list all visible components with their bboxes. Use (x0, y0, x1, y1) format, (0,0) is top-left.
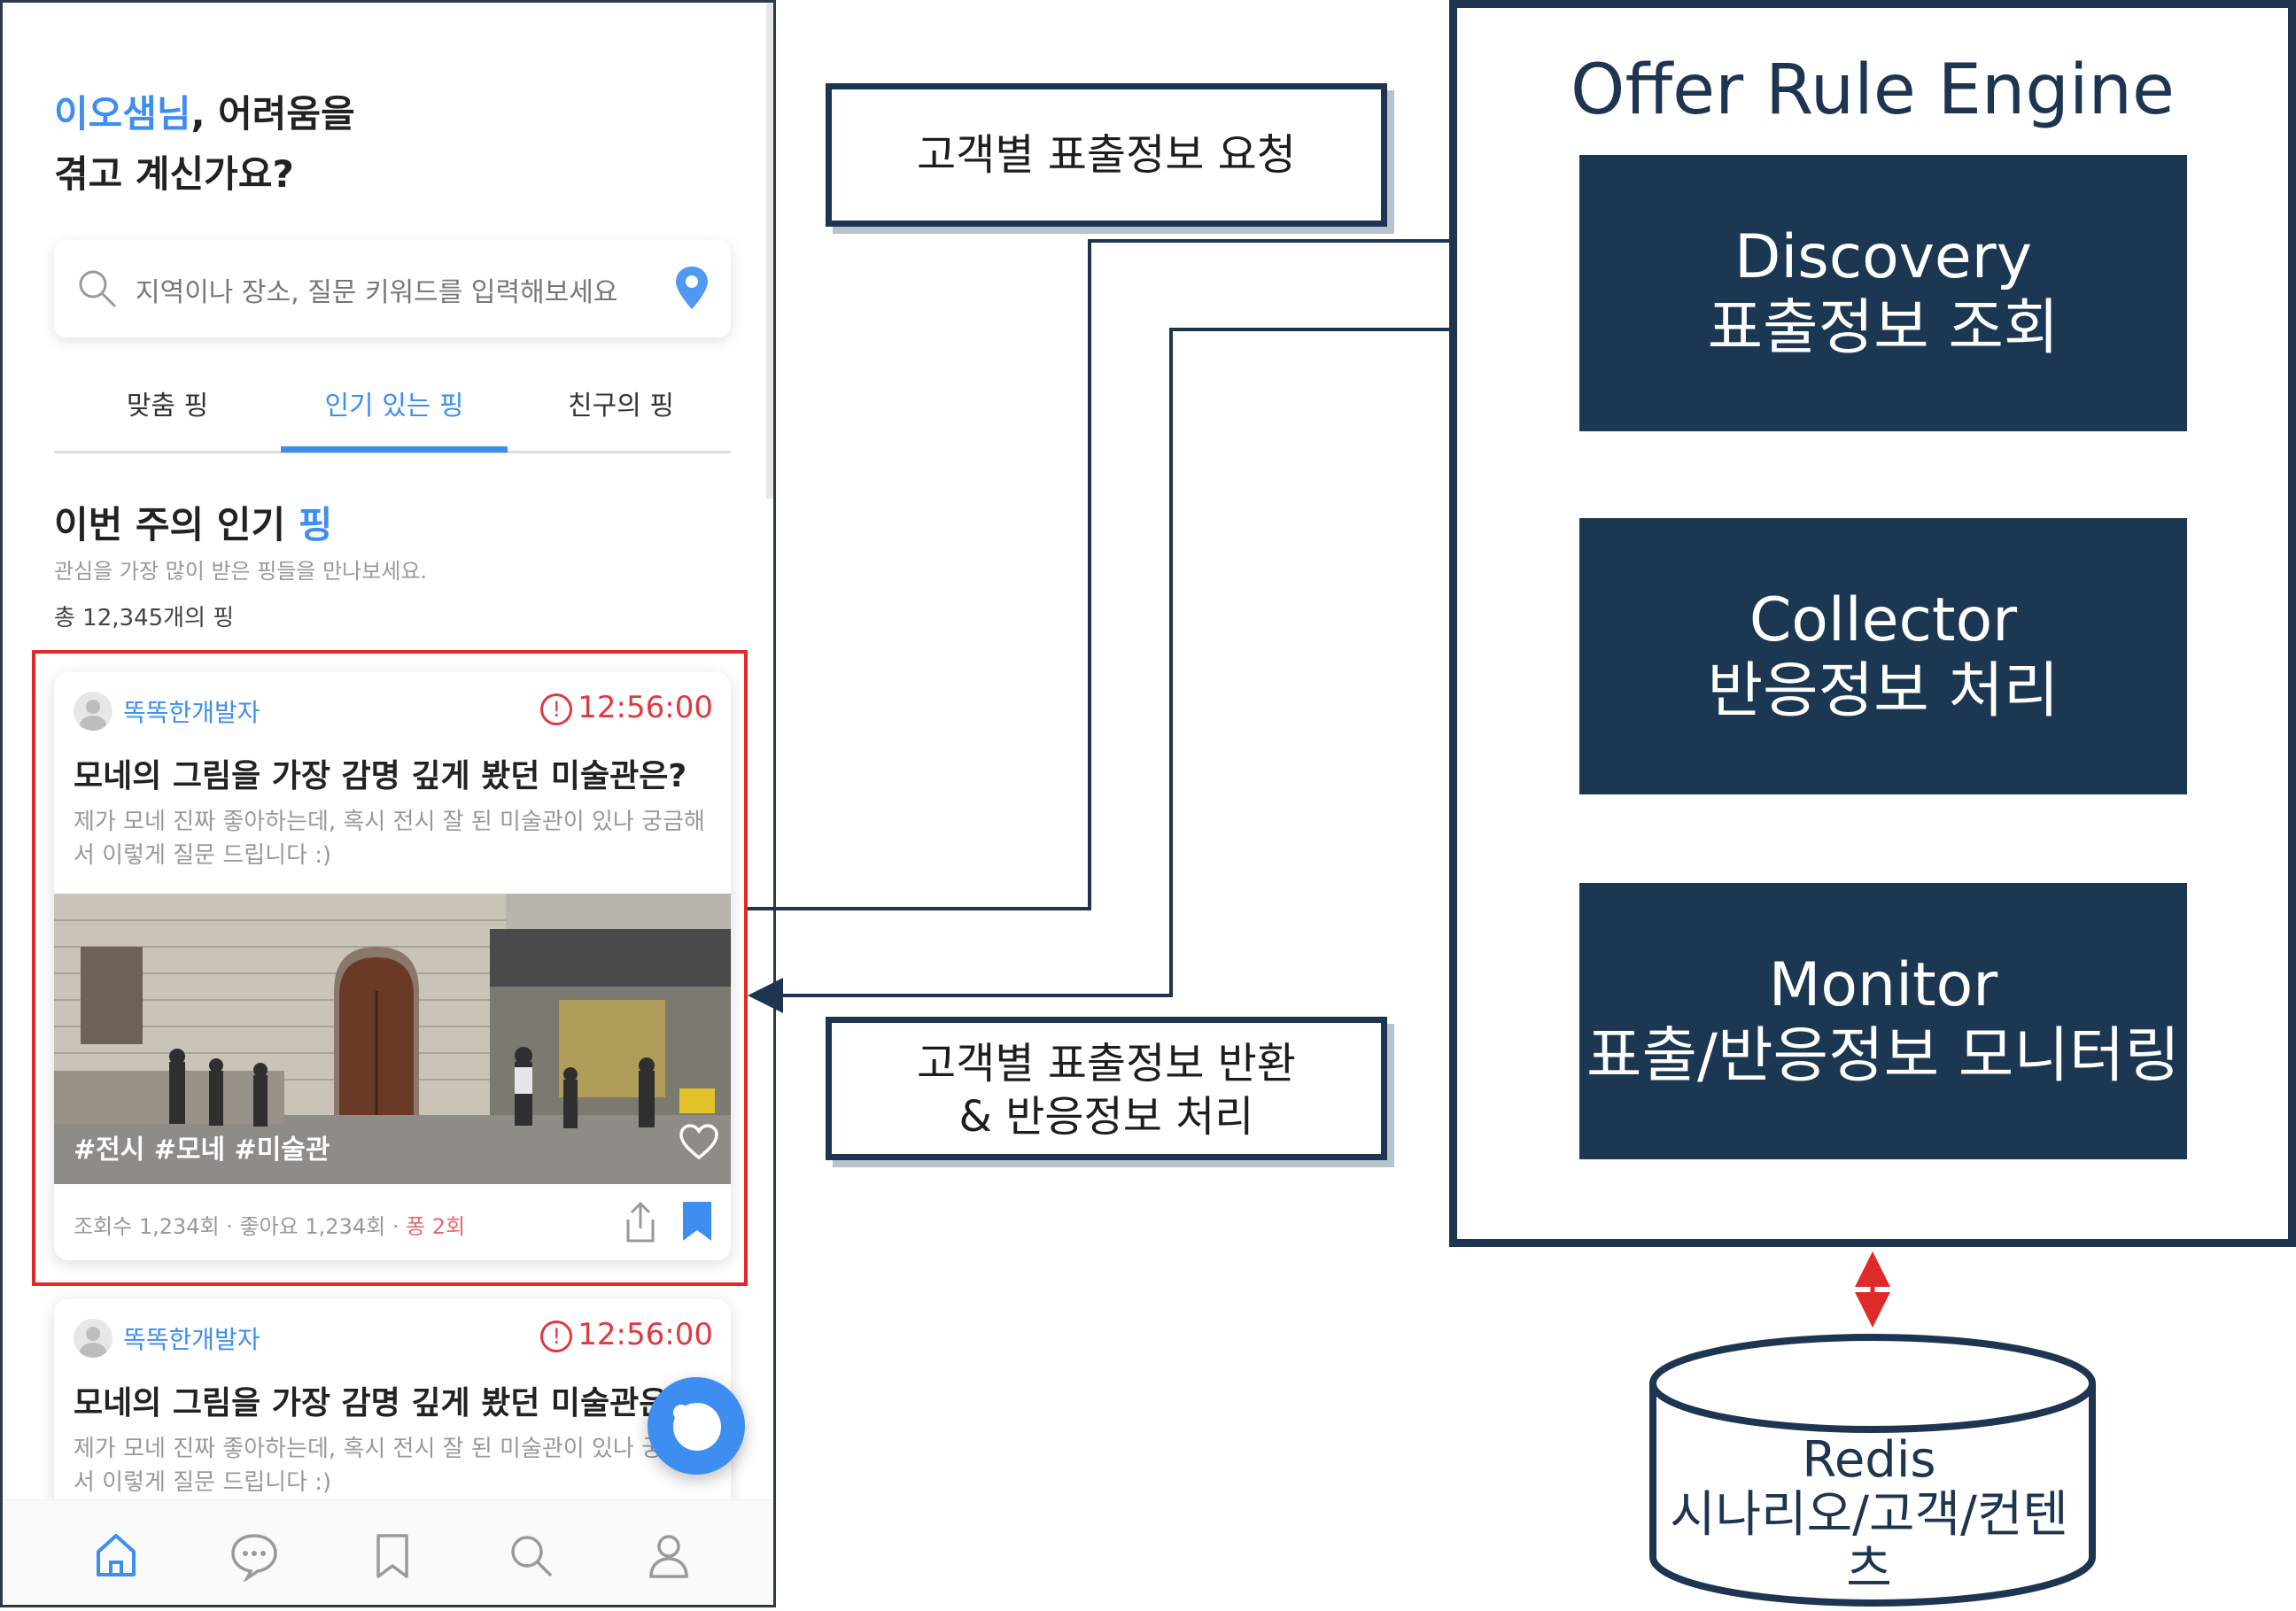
store-desc: 시나리오/고객/컨텐츠 (1670, 1486, 2068, 1599)
response-label-line2: & 반응정보 처리 (958, 1092, 1254, 1142)
store-name: Redis (1802, 1431, 1936, 1489)
module-name: Monitor (1768, 950, 1998, 1020)
module-desc: 반응정보 처리 (1707, 656, 2059, 726)
module-desc: 표출정보 조회 (1707, 293, 2059, 363)
response-label-box: 고객별 표출정보 반환 & 반응정보 처리 (826, 1017, 1387, 1160)
discovery-module: Discovery 표출정보 조회 (1579, 155, 2187, 431)
response-label-line1: 고객별 표출정보 반환 (917, 1039, 1296, 1088)
module-name: Discovery (1734, 222, 2032, 292)
request-arrow (748, 223, 1570, 910)
offer-rule-engine: Offer Rule Engine Discovery 표출정보 조회 Coll… (1449, 0, 2296, 1247)
module-name: Collector (1749, 585, 2018, 655)
module-desc: 표출/반응정보 모니터링 (1586, 1021, 2181, 1091)
request-label-box: 고객별 표출정보 요청 (826, 83, 1387, 227)
engine-title: Offer Rule Engine (1571, 50, 2175, 130)
monitor-module: Monitor 표출/반응정보 모니터링 (1579, 883, 2187, 1159)
request-label: 고객별 표출정보 요청 (917, 130, 1296, 180)
redis-label: Redis 시나리오/고객/컨텐츠 (1648, 1433, 2090, 1598)
collector-module: Collector 반응정보 처리 (1579, 518, 2187, 794)
